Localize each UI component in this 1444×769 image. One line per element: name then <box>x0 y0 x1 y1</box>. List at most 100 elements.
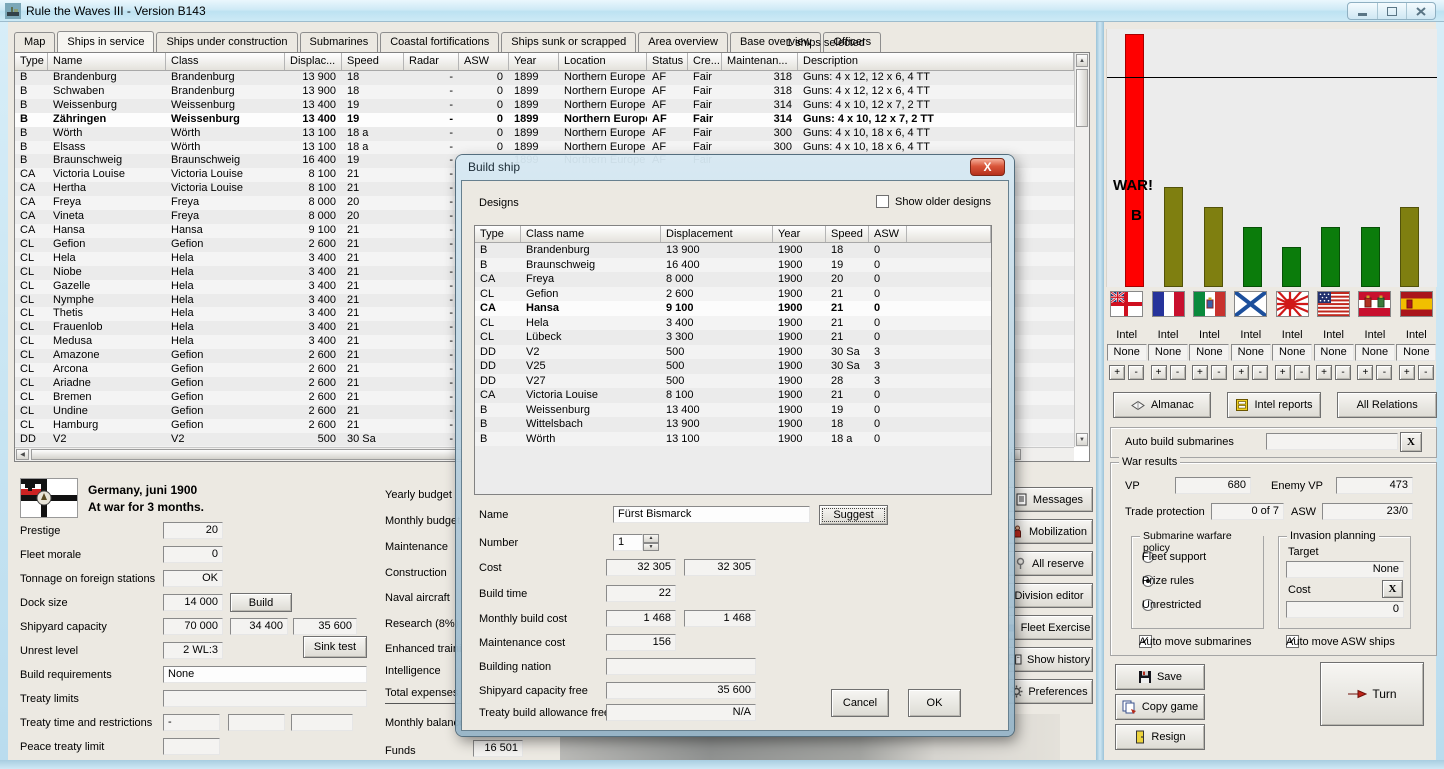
design-row-freya[interactable]: CAFreya8 0001900200 <box>475 272 991 287</box>
spin-down-icon[interactable]: ▼ <box>643 543 659 552</box>
build-button[interactable]: Build <box>230 593 292 612</box>
intel-reports-button[interactable]: Intel reports <box>1227 392 1322 418</box>
design-row-v27[interactable]: DDV275001900283 <box>475 374 991 389</box>
title-bar[interactable]: Rule the Waves III - Version B143 <box>0 0 1444 22</box>
design-column-year[interactable]: Year <box>773 226 826 242</box>
intel-plus-button[interactable]: + <box>1109 365 1125 380</box>
design-row-wittelsbach[interactable]: BWittelsbach13 9001900180 <box>475 417 991 432</box>
ship-row-z-hringen[interactable]: BZähringenWeissenburg13 40019-01899North… <box>15 113 1074 127</box>
intel-minus-button[interactable]: - <box>1418 365 1434 380</box>
ok-button[interactable]: OK <box>908 689 961 717</box>
design-row-v25[interactable]: DDV25500190030 Sa3 <box>475 359 991 374</box>
suggest-button[interactable]: Suggest <box>819 505 888 525</box>
cancel-button[interactable]: Cancel <box>831 689 889 717</box>
copy-game-button[interactable]: Copy game <box>1115 694 1205 720</box>
column-header-maintenan[interactable]: Maintenan... <box>722 53 798 70</box>
turn-button[interactable]: Turn <box>1320 662 1424 726</box>
usa-flag-icon[interactable] <box>1317 291 1350 317</box>
design-row-hansa[interactable]: CAHansa9 1001900210 <box>475 301 991 316</box>
tab-ships-sunk-or-scrapped[interactable]: Ships sunk or scrapped <box>501 32 636 52</box>
column-header-radar[interactable]: Radar <box>404 53 459 70</box>
ship-row-weissenburg[interactable]: BWeissenburgWeissenburg13 40019-01899Nor… <box>15 99 1074 113</box>
design-column-asw[interactable]: ASW <box>869 226 907 242</box>
intel-plus-button[interactable]: + <box>1275 365 1291 380</box>
auto-build-field[interactable] <box>1266 433 1398 450</box>
column-header-status[interactable]: Status <box>647 53 688 70</box>
policy-option-fleet-support[interactable]: Fleet support <box>1142 551 1154 563</box>
ship-row-schwaben[interactable]: BSchwabenBrandenburg13 90018-01899Northe… <box>15 85 1074 99</box>
vertical-scroll-thumb[interactable] <box>1076 69 1088 127</box>
ship-row-brandenburg[interactable]: BBrandenburgBrandenburg13 90018-01899Nor… <box>15 71 1074 85</box>
auto-move-submarines-checkbox[interactable]: ✓ Auto move submarines <box>1139 635 1152 648</box>
column-header-asw[interactable]: ASW <box>459 53 509 70</box>
show-history-button[interactable]: Show history <box>1005 647 1093 672</box>
save-button[interactable]: Save <box>1115 664 1205 690</box>
intel-plus-button[interactable]: + <box>1233 365 1249 380</box>
scroll-down-icon[interactable]: ▼ <box>1076 433 1088 446</box>
resign-button[interactable]: Resign <box>1115 724 1205 750</box>
column-header-name[interactable]: Name <box>48 53 166 70</box>
column-header-class[interactable]: Class <box>166 53 285 70</box>
tab-ships-in-service[interactable]: Ships in service <box>57 31 154 53</box>
intel-minus-button[interactable]: - <box>1252 365 1268 380</box>
intel-plus-button[interactable]: + <box>1399 365 1415 380</box>
design-column-displacement[interactable]: Displacement <box>661 226 773 242</box>
policy-option-prize-rules[interactable]: Prize rules <box>1142 575 1154 587</box>
design-row-l-beck[interactable]: CLLübeck3 3001900210 <box>475 330 991 345</box>
policy-option-unrestricted[interactable]: Unrestricted <box>1142 599 1154 611</box>
ship-row-elsass[interactable]: BElsassWörth13 10018 a-01899Northern Eur… <box>15 141 1074 155</box>
sink-test-button[interactable]: Sink test <box>303 636 367 658</box>
design-column-class-name[interactable]: Class name <box>521 226 661 242</box>
minimize-button[interactable] <box>1348 3 1377 19</box>
column-header-year[interactable]: Year <box>509 53 559 70</box>
column-header-displac[interactable]: Displac... <box>285 53 342 70</box>
intel-plus-button[interactable]: + <box>1192 365 1208 380</box>
preferences-button[interactable]: Preferences <box>1005 679 1093 704</box>
column-header-location[interactable]: Location <box>559 53 647 70</box>
uk-white-ensign-flag-icon[interactable] <box>1110 291 1143 317</box>
tab-area-overview[interactable]: Area overview <box>638 32 728 52</box>
design-row-v2[interactable]: DDV2500190030 Sa3 <box>475 345 991 360</box>
close-button[interactable] <box>1406 3 1435 19</box>
intel-minus-button[interactable]: - <box>1376 365 1392 380</box>
italy-flag-icon[interactable] <box>1193 291 1226 317</box>
mobilization-button[interactable]: Mobilization <box>1005 519 1093 544</box>
ship-row-w-rth[interactable]: BWörthWörth13 10018 a-01899Northern Euro… <box>15 127 1074 141</box>
intel-minus-button[interactable]: - <box>1128 365 1144 380</box>
design-column-type[interactable]: Type <box>475 226 521 242</box>
intel-minus-button[interactable]: - <box>1294 365 1310 380</box>
dialog-title[interactable]: Build ship <box>468 160 520 174</box>
show-older-designs-checkbox[interactable]: Show older designs <box>876 195 991 208</box>
messages-button[interactable]: Messages <box>1005 487 1093 512</box>
intel-minus-button[interactable]: - <box>1170 365 1186 380</box>
russia-navy-flag-icon[interactable] <box>1234 291 1267 317</box>
scroll-up-icon[interactable]: ▲ <box>1076 54 1088 67</box>
ship-name-input[interactable]: Fürst Bismarck <box>613 506 810 523</box>
intel-plus-button[interactable]: + <box>1357 365 1373 380</box>
france-flag-icon[interactable] <box>1152 291 1185 317</box>
division-editor-button[interactable]: Division editor <box>1005 583 1093 608</box>
all-reserve-button[interactable]: All reserve <box>1005 551 1093 576</box>
column-header-speed[interactable]: Speed <box>342 53 404 70</box>
design-row-hela[interactable]: CLHela3 4001900210 <box>475 316 991 331</box>
design-row-gefion[interactable]: CLGefion2 6001900210 <box>475 287 991 302</box>
intel-plus-button[interactable]: + <box>1151 365 1167 380</box>
design-row-w-rth[interactable]: BWörth13 100190018 a0 <box>475 432 991 447</box>
tab-map[interactable]: Map <box>14 32 55 52</box>
design-row-braunschweig[interactable]: BBraunschweig16 4001900190 <box>475 258 991 273</box>
scroll-left-icon[interactable]: ◀ <box>16 449 29 460</box>
number-input[interactable]: 1 <box>613 534 643 551</box>
spin-up-icon[interactable]: ▲ <box>643 534 659 543</box>
all-relations-button[interactable]: All Relations <box>1337 392 1437 418</box>
intel-plus-button[interactable]: + <box>1316 365 1332 380</box>
vertical-scrollbar[interactable]: ▲ ▼ <box>1074 53 1089 447</box>
fleet-exercise-button[interactable]: Fleet Exercise <box>1005 615 1093 640</box>
column-header-type[interactable]: Type <box>15 53 48 70</box>
column-header-cre[interactable]: Cre... <box>688 53 722 70</box>
column-header-description[interactable]: Description <box>798 53 1074 70</box>
design-row-weissenburg[interactable]: BWeissenburg13 4001900190 <box>475 403 991 418</box>
number-spinner[interactable]: ▲ ▼ <box>643 534 659 551</box>
maximize-button[interactable] <box>1377 3 1406 19</box>
invasion-clear-button[interactable]: X <box>1382 580 1403 598</box>
auto-build-clear-button[interactable]: X <box>1400 432 1422 452</box>
